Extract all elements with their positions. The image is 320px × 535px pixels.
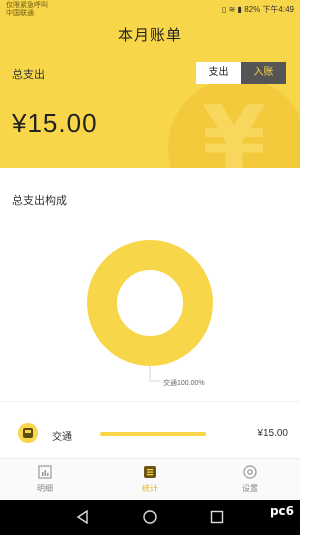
settings-icon [243,465,257,479]
total-amount: ¥15.00 [12,108,98,138]
carrier-info: 仅限紧急呼叫 中国联通 [6,2,48,18]
composition-title: 总支出构成 [12,195,67,207]
carrier-line-1: 仅限紧急呼叫 [6,2,48,9]
tab-detail[interactable]: 明细 [20,465,70,494]
total-expense-label: 总支出 [12,69,45,81]
tab-stats-label: 统计 [142,484,158,493]
header: ¥ 仅限紧急呼叫 中国联通 ▯ ≋ ▮ 82% 下午4:49 本月账单 总支出 … [0,0,300,168]
tab-settings[interactable]: 设置 [225,465,275,494]
page-title: 本月账单 [117,27,182,44]
home-icon[interactable] [143,510,157,524]
carrier-line-2: 中国联通 [6,10,34,17]
bus-icon [18,423,38,443]
site-watermark: pc6 [269,504,294,518]
tab-bar: 明细 统计 设置 [0,458,300,500]
recents-icon[interactable] [210,510,224,524]
tab-settings-label: 设置 [242,484,258,493]
pie-slice-transport[interactable] [87,240,213,366]
category-name: 交通 [52,432,72,443]
status-right: ▯ ≋ ▮ 82% 下午4:49 [222,4,294,15]
yen-watermark-icon: ¥ [168,78,300,168]
tab-stats[interactable]: 统计 [125,465,175,494]
tab-detail-label: 明细 [37,484,53,493]
category-progress [100,432,206,436]
toggle-income[interactable]: 入账 [241,62,286,84]
divider [0,401,300,402]
category-progress-fill [100,432,206,436]
battery-time: 82% 下午4:49 [244,5,294,14]
stats-icon [144,466,156,478]
category-amount: ¥15.00 [257,428,288,439]
back-icon[interactable] [76,510,90,524]
system-nav-bar: pc6 [0,500,300,535]
toggle-expense[interactable]: 支出 [196,62,241,84]
status-icons: ▯ ≋ ▮ [222,5,245,14]
expense-income-toggle[interactable]: 支出 入账 [196,62,286,84]
pie-label: 交通100.00% [163,380,205,387]
status-bar: 仅限紧急呼叫 中国联通 ▯ ≋ ▮ 82% 下午4:49 [0,0,300,20]
list-icon [38,465,52,479]
